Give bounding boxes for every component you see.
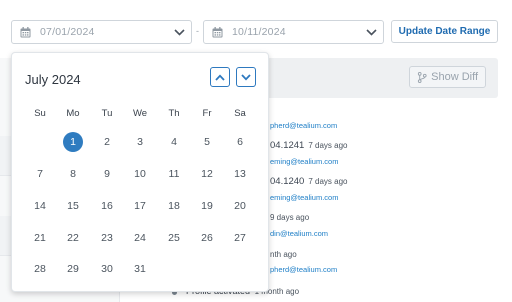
- calendar-day[interactable]: 8: [61, 164, 85, 184]
- calendar-day[interactable]: 13: [228, 164, 252, 184]
- calendar-day[interactable]: 10: [128, 164, 152, 184]
- calendar-icon: [212, 26, 223, 37]
- calendar-day-selected[interactable]: 1: [63, 132, 83, 152]
- calendar-day[interactable]: 30: [95, 259, 119, 279]
- show-diff-button[interactable]: Show Diff: [409, 66, 486, 88]
- start-date-select[interactable]: 07/01/2024: [11, 20, 192, 44]
- calendar-day[interactable]: 9: [95, 164, 119, 184]
- weekday-label: Tu: [101, 108, 113, 119]
- calendar-day[interactable]: 7: [28, 164, 52, 184]
- entry-author-email[interactable]: din@tealium.com: [270, 229, 328, 238]
- weekday-label: Fr: [202, 108, 212, 119]
- weekday-label: Mo: [66, 108, 80, 119]
- calendar-month-label: July 2024: [25, 72, 81, 87]
- calendar-day[interactable]: 11: [162, 164, 186, 184]
- weekday-label: Su: [34, 108, 46, 119]
- calendar-day[interactable]: 26: [195, 228, 219, 248]
- end-date-select[interactable]: 10/11/2024: [203, 20, 384, 44]
- entry-version[interactable]: 04.1240 7 days ago: [270, 176, 347, 187]
- calendar-day[interactable]: 27: [228, 228, 252, 248]
- start-date-value: 07/01/2024: [40, 26, 95, 38]
- date-picker-popup: July 2024 Su Mo Tu We Th Fr Sa 1 2 3 4 5 6 7 8 9 10 11 12…: [11, 52, 269, 292]
- entry-author-email[interactable]: eming@tealium.com: [270, 193, 338, 202]
- calendar-day[interactable]: 12: [195, 164, 219, 184]
- calendar-day[interactable]: 21: [28, 228, 52, 248]
- calendar-day[interactable]: 5: [195, 132, 219, 152]
- entry-version-number: 04.1241: [270, 140, 305, 151]
- calendar-day[interactable]: 4: [162, 132, 186, 152]
- calendar-day[interactable]: 19: [195, 196, 219, 216]
- calendar-day[interactable]: 31: [128, 259, 152, 279]
- chevron-up-icon: [215, 73, 225, 81]
- prev-month-button[interactable]: [210, 67, 230, 87]
- entry-version[interactable]: 04.1241 7 days ago: [270, 140, 347, 151]
- chevron-down-icon: [174, 28, 185, 36]
- calendar-day[interactable]: 17: [128, 196, 152, 216]
- chevron-down-icon: [366, 28, 377, 36]
- end-date-value: 10/11/2024: [232, 26, 286, 38]
- calendar-day[interactable]: 23: [95, 228, 119, 248]
- calendar-day[interactable]: 28: [28, 259, 52, 279]
- calendar-day[interactable]: 15: [61, 196, 85, 216]
- branch-icon: [418, 71, 427, 83]
- calendar-day[interactable]: 29: [61, 259, 85, 279]
- calendar-day[interactable]: 24: [128, 228, 152, 248]
- calendar-day[interactable]: 2: [95, 132, 119, 152]
- entry-timestamp: 9 days ago: [270, 213, 310, 222]
- entry-author-email[interactable]: eming@tealium.com: [270, 157, 338, 166]
- date-range-separator: -: [196, 26, 199, 36]
- calendar-day[interactable]: 22: [61, 228, 85, 248]
- calendar-day[interactable]: 25: [162, 228, 186, 248]
- calendar-day[interactable]: 3: [128, 132, 152, 152]
- entry-timestamp: 7 days ago: [308, 177, 348, 186]
- calendar-day[interactable]: 14: [28, 196, 52, 216]
- next-month-button[interactable]: [236, 67, 256, 87]
- entry-timestamp: 7 days ago: [308, 141, 348, 150]
- calendar-day[interactable]: 18: [162, 196, 186, 216]
- calendar-day[interactable]: 16: [95, 196, 119, 216]
- calendar-icon: [20, 26, 31, 37]
- chevron-down-icon: [241, 73, 251, 81]
- show-diff-label: Show Diff: [431, 71, 478, 83]
- weekday-label: Sa: [234, 108, 246, 119]
- entry-timestamp: nth ago: [270, 250, 297, 259]
- weekday-label: We: [132, 108, 148, 119]
- entry-version-number: 04.1240: [270, 176, 305, 187]
- entry-author-email[interactable]: pherd@tealium.com: [270, 121, 337, 130]
- calendar-day[interactable]: 6: [228, 132, 252, 152]
- weekday-label: Th: [168, 108, 180, 119]
- update-date-range-button[interactable]: Update Date Range: [391, 20, 498, 43]
- entry-author-email[interactable]: pherd@tealium.com: [270, 265, 337, 274]
- calendar-day[interactable]: 20: [228, 196, 252, 216]
